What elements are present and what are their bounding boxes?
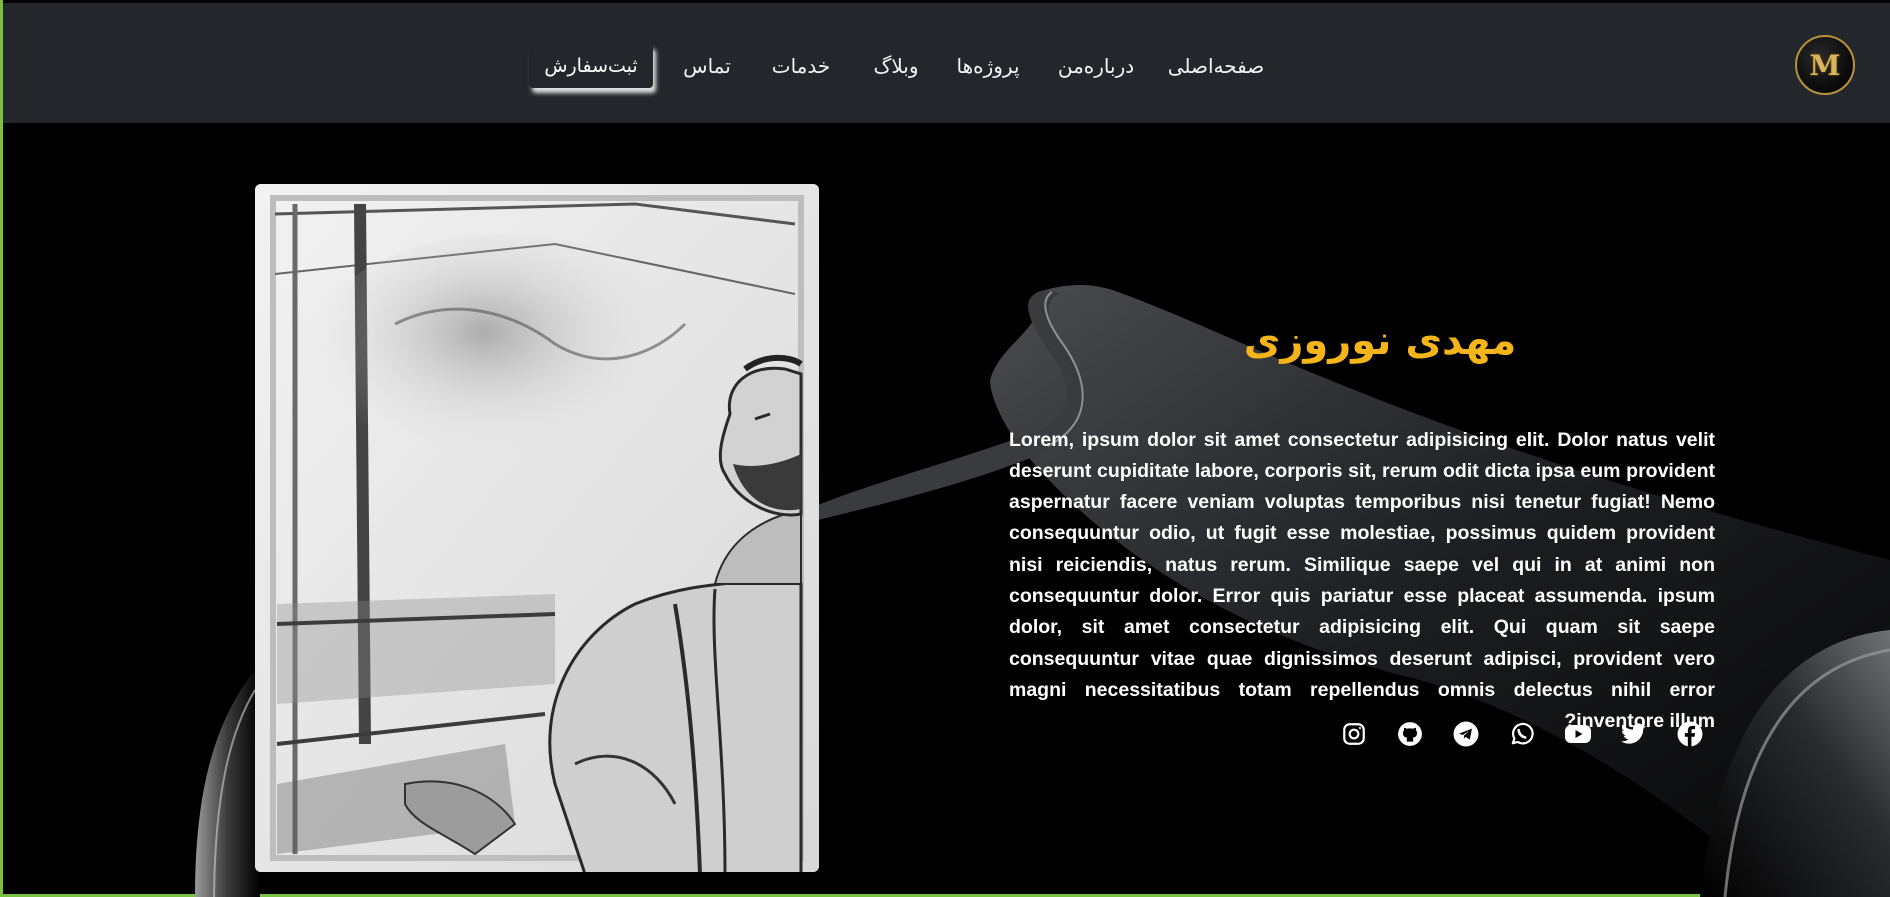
github-icon[interactable] — [1394, 718, 1426, 750]
hero-name: مهدی نوروزی — [1243, 318, 1517, 364]
nav-about[interactable]: درباره‌من — [1055, 50, 1137, 82]
site-header: M صفحه‌اصلی درباره‌من پروژه‌ها وبلاگ خدم… — [3, 3, 1890, 123]
instagram-icon[interactable] — [1338, 718, 1370, 750]
telegram-icon[interactable] — [1450, 718, 1482, 750]
nav-blog[interactable]: وبلاگ — [866, 50, 926, 82]
nav-projects[interactable]: پروژه‌ها — [953, 50, 1023, 82]
twitter-icon[interactable] — [1618, 718, 1650, 750]
sketch-portrait-image — [255, 184, 819, 872]
hero-bio: Lorem, ipsum dolor sit amet consectetur … — [1009, 428, 1715, 733]
whatsapp-icon[interactable] — [1506, 718, 1538, 750]
profile-photo — [255, 184, 819, 872]
facebook-icon[interactable] — [1674, 718, 1706, 750]
order-button[interactable]: ثبت‌سفارش — [529, 44, 653, 88]
nav-services[interactable]: خدمات — [768, 50, 834, 82]
nav-home[interactable]: صفحه‌اصلی — [1163, 50, 1269, 82]
youtube-icon[interactable] — [1562, 718, 1594, 750]
main-nav: صفحه‌اصلی درباره‌من پروژه‌ها وبلاگ خدمات… — [3, 3, 1890, 123]
nav-contact[interactable]: تماس — [679, 50, 735, 82]
